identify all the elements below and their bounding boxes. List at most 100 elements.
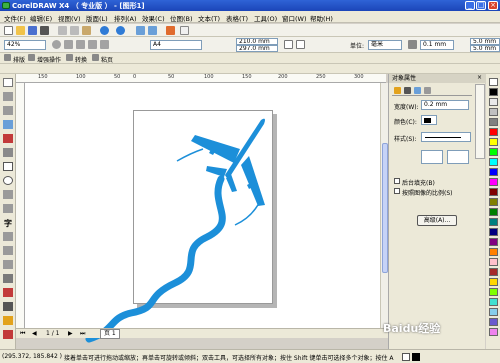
fill-indicator[interactable] xyxy=(402,353,410,361)
menu-window[interactable]: 窗口(W) xyxy=(282,13,307,23)
outline-color-picker[interactable] xyxy=(421,115,437,125)
behind-fill-checkbox[interactable] xyxy=(394,178,400,184)
welcome-screen-icon[interactable] xyxy=(180,26,189,35)
flight-trail[interactable] xyxy=(85,175,226,343)
dimension-tool-icon[interactable] xyxy=(3,246,13,255)
palette-swatch[interactable] xyxy=(489,148,498,156)
start-arrow-select[interactable] xyxy=(421,150,443,164)
palette-swatch[interactable] xyxy=(489,228,498,236)
detail-tab-icon[interactable] xyxy=(424,87,431,94)
first-page-icon[interactable]: ⏮ xyxy=(20,330,25,338)
palette-swatch[interactable] xyxy=(489,118,498,126)
toolbar-paste-page-button[interactable]: 粘页 xyxy=(101,55,113,64)
palette-swatch[interactable] xyxy=(489,158,498,166)
palette-swatch[interactable] xyxy=(489,78,498,86)
basic-shapes-tool-icon[interactable] xyxy=(3,204,13,213)
page-height-field[interactable]: 297.0 mm xyxy=(236,45,278,52)
palette-swatch[interactable] xyxy=(489,98,498,106)
palette-swatch[interactable] xyxy=(489,258,498,266)
palette-swatch[interactable] xyxy=(489,308,498,316)
shape-tool-icon[interactable] xyxy=(3,92,13,101)
outline-tool-icon[interactable] xyxy=(3,302,13,311)
airplane-drawing[interactable] xyxy=(25,83,380,343)
redo-icon[interactable] xyxy=(116,26,125,35)
palette-swatch[interactable] xyxy=(489,168,498,176)
last-page-icon[interactable]: ⏭ xyxy=(80,330,85,338)
palette-swatch[interactable] xyxy=(489,288,498,296)
eyedropper-tool-icon[interactable] xyxy=(3,288,13,297)
palette-swatch[interactable] xyxy=(489,268,498,276)
page-tab[interactable]: 页 1 xyxy=(100,329,120,339)
palette-swatch[interactable] xyxy=(489,218,498,226)
crop-tool-icon[interactable] xyxy=(3,106,13,115)
docker-close-icon[interactable]: × xyxy=(477,74,482,81)
export-icon[interactable] xyxy=(148,26,157,35)
cut-icon[interactable] xyxy=(58,26,67,35)
zoom-page-icon[interactable] xyxy=(76,40,85,49)
menu-tools[interactable]: 工具(O) xyxy=(254,13,277,23)
menu-text[interactable]: 文本(T) xyxy=(198,13,220,23)
nudge-distance-field[interactable]: 0.1 mm xyxy=(420,40,454,50)
palette-swatch[interactable] xyxy=(489,248,498,256)
toolbar-enhance-button[interactable]: 增强操作 xyxy=(37,55,61,64)
toolbar-convert-button[interactable]: 转换 xyxy=(75,55,87,64)
paste-icon[interactable] xyxy=(82,26,91,35)
duplicate-x-field[interactable]: 5.0 mm xyxy=(470,38,500,45)
portrait-icon[interactable] xyxy=(284,40,293,49)
interactive-fill-tool-icon[interactable] xyxy=(3,330,13,339)
palette-swatch[interactable] xyxy=(489,138,498,146)
interactive-blend-tool-icon[interactable] xyxy=(3,274,13,283)
ellipse-tool-icon[interactable] xyxy=(3,176,13,185)
outline-width-field[interactable]: 0.2 mm xyxy=(421,100,469,110)
palette-swatch[interactable] xyxy=(489,208,498,216)
palette-swatch[interactable] xyxy=(489,88,498,96)
scale-with-image-checkbox[interactable] xyxy=(394,188,400,194)
duplicate-y-field[interactable]: 5.0 mm xyxy=(470,45,500,52)
print-icon[interactable] xyxy=(40,26,49,35)
freehand-tool-icon[interactable] xyxy=(3,134,13,143)
menu-file[interactable]: 文件(F) xyxy=(4,13,26,23)
application-launcher-icon[interactable] xyxy=(166,26,175,35)
copy-icon[interactable] xyxy=(70,26,79,35)
palette-swatch[interactable] xyxy=(489,198,498,206)
polygon-tool-icon[interactable] xyxy=(3,190,13,199)
menu-view[interactable]: 视图(V) xyxy=(58,13,81,23)
pick-tool-icon[interactable] xyxy=(3,78,13,87)
smart-fill-tool-icon[interactable] xyxy=(3,148,13,157)
menu-edit[interactable]: 编辑(E) xyxy=(30,13,52,23)
save-icon[interactable] xyxy=(28,26,37,35)
next-page-icon[interactable]: ▶ xyxy=(68,330,73,337)
menu-arrange[interactable]: 排列(A) xyxy=(114,13,137,23)
palette-swatch[interactable] xyxy=(489,188,498,196)
landscape-icon[interactable] xyxy=(296,40,305,49)
palette-swatch[interactable] xyxy=(489,178,498,186)
docker-side-tab[interactable] xyxy=(475,84,485,159)
airplane-shape[interactable] xyxy=(191,118,265,206)
menu-layout[interactable]: 版面(L) xyxy=(86,13,108,23)
outline-style-select[interactable] xyxy=(421,132,471,142)
zoom-fit-icon[interactable] xyxy=(64,40,73,49)
toolbar-layout-button[interactable]: 排版 xyxy=(13,55,25,64)
outline-tab-icon[interactable] xyxy=(404,87,411,94)
units-select[interactable]: 毫米 xyxy=(368,40,402,50)
palette-swatch[interactable] xyxy=(489,128,498,136)
fill-tool-icon[interactable] xyxy=(3,316,13,325)
zoom-icon[interactable] xyxy=(52,40,61,49)
menu-effects[interactable]: 效果(C) xyxy=(142,13,165,23)
close-button[interactable]: × xyxy=(488,1,498,10)
rectangle-tool-icon[interactable] xyxy=(3,162,13,171)
zoom-width-icon[interactable] xyxy=(88,40,97,49)
open-icon[interactable] xyxy=(16,26,25,35)
palette-swatch[interactable] xyxy=(489,238,498,246)
general-tab-icon[interactable] xyxy=(414,87,421,94)
import-icon[interactable] xyxy=(136,26,145,35)
menu-help[interactable]: 帮助(H) xyxy=(310,13,333,23)
maximize-button[interactable]: □ xyxy=(476,1,486,10)
minimize-button[interactable]: _ xyxy=(465,1,475,10)
palette-swatch[interactable] xyxy=(489,298,498,306)
menu-bitmaps[interactable]: 位图(B) xyxy=(170,13,193,23)
end-arrow-select[interactable] xyxy=(447,150,469,164)
palette-swatch[interactable] xyxy=(489,278,498,286)
new-icon[interactable] xyxy=(4,26,13,35)
zoom-tool-icon[interactable] xyxy=(3,120,13,129)
